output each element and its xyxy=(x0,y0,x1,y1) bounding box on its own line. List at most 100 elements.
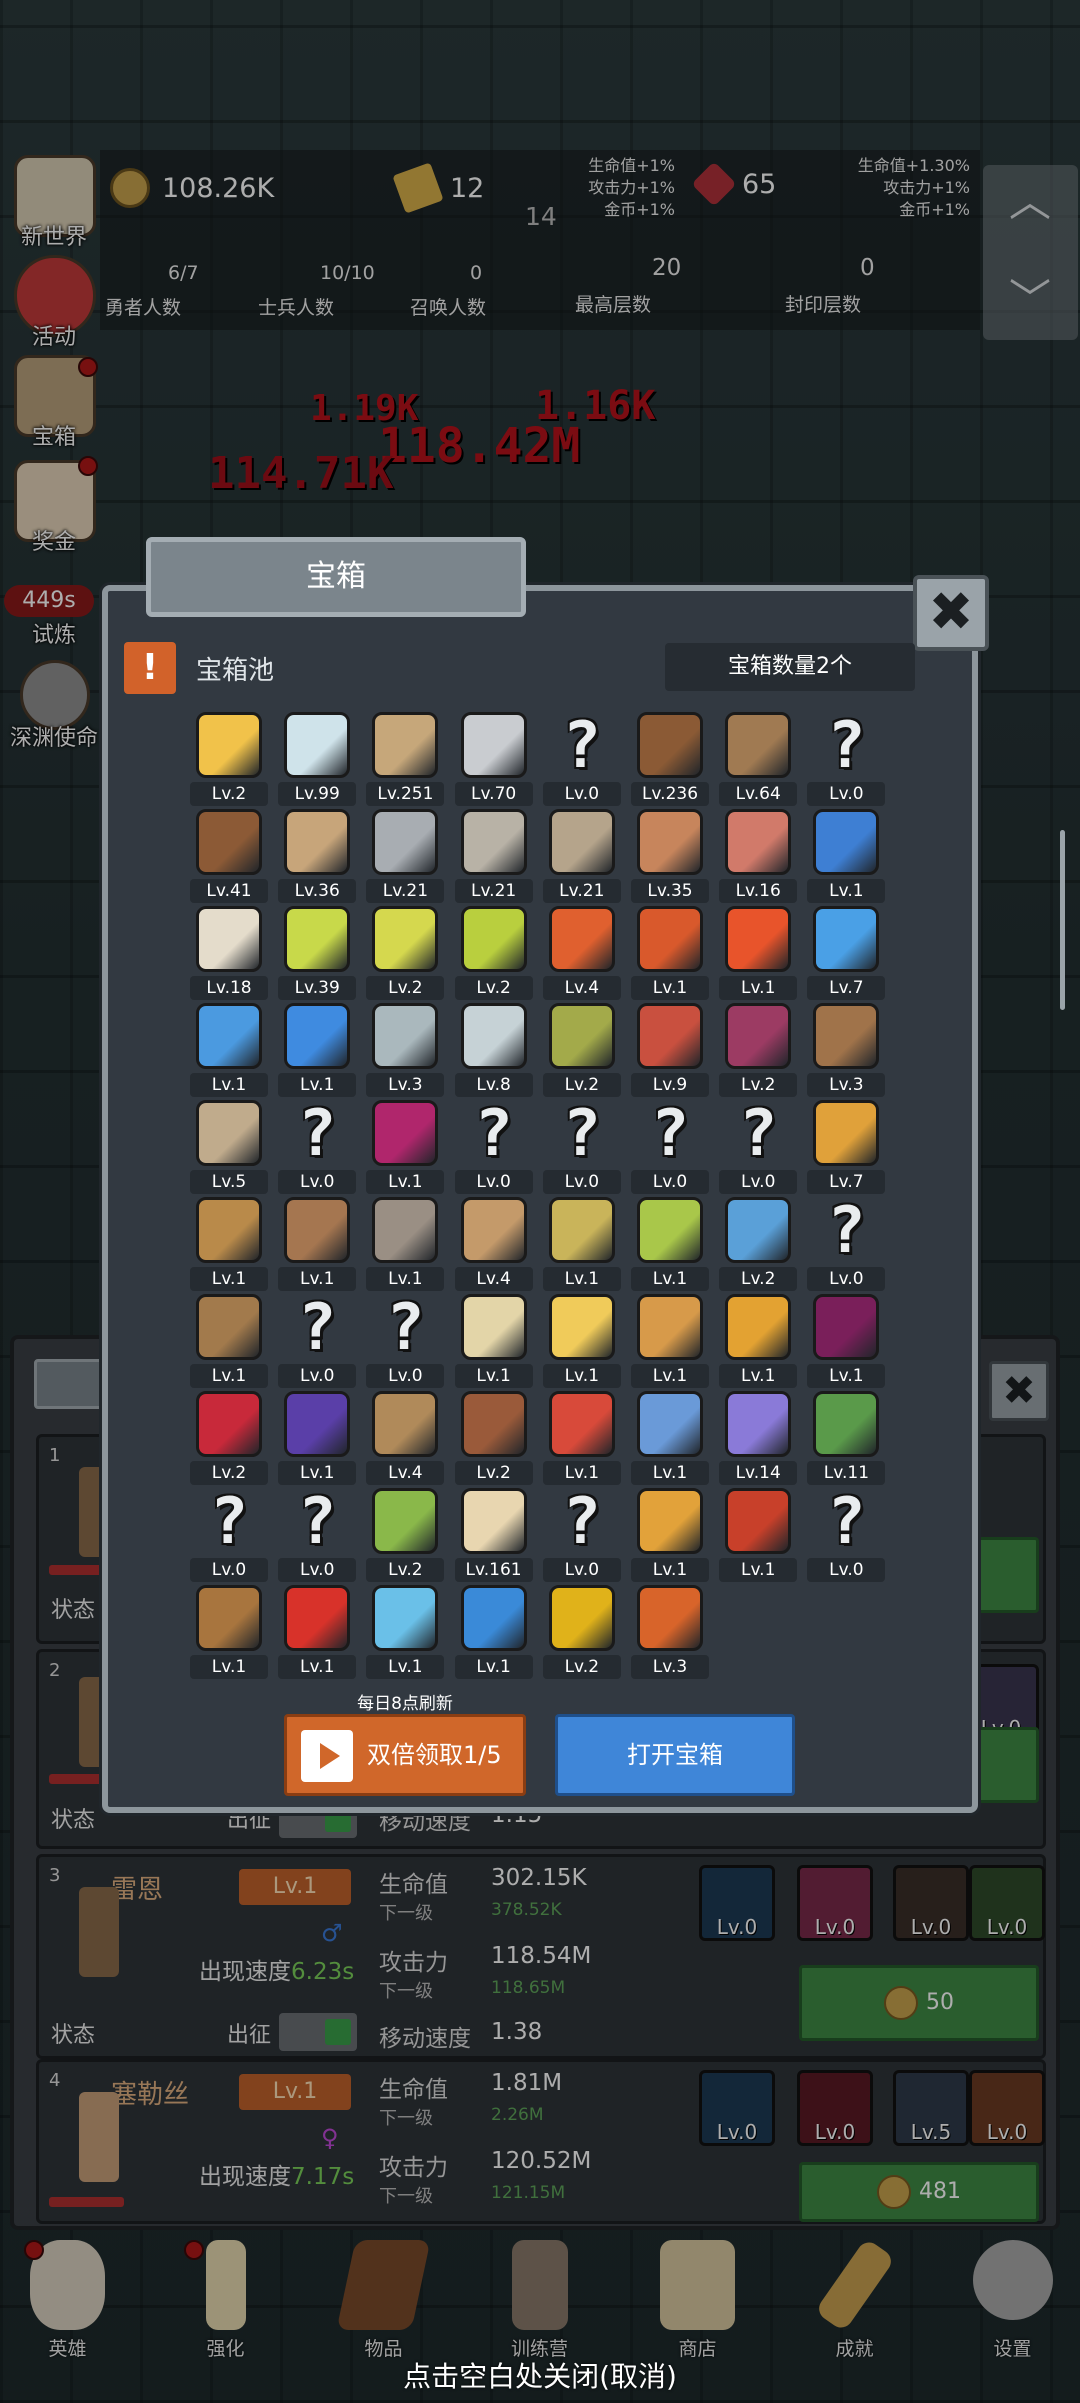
chest-item-slot[interactable]: ? Lv.0 xyxy=(807,1484,886,1584)
chest-item-slot[interactable]: ? Lv.0 xyxy=(278,1290,357,1390)
chest-item-slot[interactable]: Lv.2 xyxy=(454,1387,533,1487)
chest-item-slot[interactable]: Lv.1 xyxy=(631,1193,709,1293)
chest-item-slot[interactable]: Lv.1 xyxy=(542,1387,621,1487)
chest-item-slot[interactable]: Lv.21 xyxy=(542,805,621,905)
chest-item-slot[interactable]: Lv.4 xyxy=(542,902,621,1002)
chest-item-slot[interactable]: ? Lv.0 xyxy=(807,708,886,808)
chest-item-slot[interactable]: Lv.1 xyxy=(278,999,357,1099)
chest-item-slot[interactable]: ? Lv.0 xyxy=(631,1096,709,1196)
chest-item-slot[interactable]: Lv.1 xyxy=(190,1290,268,1390)
chest-item-slot[interactable]: Lv.1 xyxy=(631,1484,709,1584)
chest-item-slot[interactable]: Lv.1 xyxy=(278,1581,357,1681)
chest-item-slot[interactable]: Lv.1 xyxy=(366,1096,445,1196)
chest-item-slot[interactable]: Lv.3 xyxy=(631,1581,709,1681)
chest-item-slot[interactable]: Lv.7 xyxy=(807,902,886,1002)
chest-item-slot[interactable]: ? Lv.0 xyxy=(807,1193,886,1293)
chest-item-slot[interactable]: Lv.251 xyxy=(366,708,445,808)
chest-item-slot[interactable]: Lv.35 xyxy=(631,805,709,905)
chest-item-slot[interactable]: ? Lv.0 xyxy=(190,1484,268,1584)
chest-item-slot[interactable]: Lv.1 xyxy=(631,902,709,1002)
chest-item-slot[interactable]: Lv.1 xyxy=(454,1290,533,1390)
chest-item-slot[interactable]: Lv.2 xyxy=(190,708,268,808)
chest-item-slot[interactable]: Lv.64 xyxy=(719,708,798,808)
chest-item-slot[interactable]: Lv.3 xyxy=(807,999,886,1099)
chest-item-slot[interactable]: Lv.4 xyxy=(454,1193,533,1293)
chest-item-slot[interactable]: Lv.2 xyxy=(542,999,621,1099)
chest-item-slot[interactable]: Lv.1 xyxy=(631,1387,709,1487)
chest-item-slot[interactable]: Lv.1 xyxy=(719,902,798,1002)
leather-boot-icon xyxy=(813,1003,880,1069)
chest-item-slot[interactable]: Lv.8 xyxy=(454,999,533,1099)
chest-item-slot[interactable]: ? Lv.0 xyxy=(542,1096,621,1196)
rune-shield-icon xyxy=(460,1585,527,1651)
chest-item-slot[interactable]: Lv.1 xyxy=(190,1193,268,1293)
chest-item-slot[interactable]: Lv.1 xyxy=(190,999,268,1099)
item-level: Lv.1 xyxy=(631,1461,709,1485)
chest-item-slot[interactable]: Lv.1 xyxy=(719,1290,798,1390)
scrollbar[interactable] xyxy=(1060,830,1065,1010)
chest-item-slot[interactable]: Lv.1 xyxy=(366,1193,445,1293)
chest-item-slot[interactable]: Lv.2 xyxy=(366,1484,445,1584)
chest-item-slot[interactable]: Lv.2 xyxy=(719,1193,798,1293)
chest-item-slot[interactable]: Lv.16 xyxy=(719,805,798,905)
olive-bottle-icon xyxy=(548,1003,615,1069)
chest-item-slot[interactable]: Lv.2 xyxy=(454,902,533,1002)
chest-item-slot[interactable]: Lv.1 xyxy=(278,1193,357,1293)
chest-item-slot[interactable]: Lv.1 xyxy=(719,1484,798,1584)
item-level: Lv.0 xyxy=(454,1170,533,1194)
chest-item-slot[interactable]: Lv.2 xyxy=(366,902,445,1002)
chest-item-slot[interactable]: Lv.9 xyxy=(631,999,709,1099)
item-level: Lv.11 xyxy=(807,1461,886,1485)
open-chest-button[interactable]: 打开宝箱 xyxy=(555,1714,795,1796)
chest-item-slot[interactable]: ? Lv.0 xyxy=(278,1484,357,1584)
chest-item-slot[interactable]: Lv.21 xyxy=(366,805,445,905)
chest-item-slot[interactable]: Lv.41 xyxy=(190,805,268,905)
close-hint: 点击空白处关闭(取消) xyxy=(403,2360,677,2393)
chest-item-slot[interactable]: Lv.18 xyxy=(190,902,268,1002)
green-potion-icon xyxy=(460,906,527,972)
chest-item-slot[interactable]: Lv.1 xyxy=(190,1581,268,1681)
chest-item-slot[interactable]: Lv.2 xyxy=(190,1387,268,1487)
ham-icon xyxy=(637,809,703,875)
double-claim-button[interactable]: 双倍领取1/5 xyxy=(284,1714,526,1796)
chest-item-slot[interactable]: Lv.2 xyxy=(719,999,798,1099)
chest-item-slot[interactable]: Lv.1 xyxy=(542,1193,621,1293)
chest-item-slot[interactable]: Lv.7 xyxy=(807,1096,886,1196)
chest-item-slot[interactable]: ? Lv.0 xyxy=(719,1096,798,1196)
item-level: Lv.21 xyxy=(454,879,533,903)
unknown-icon: ? xyxy=(738,1097,778,1171)
chest-item-slot[interactable]: Lv.1 xyxy=(366,1581,445,1681)
chest-item-slot[interactable]: Lv.5 xyxy=(190,1096,268,1196)
item-level: Lv.2 xyxy=(190,782,268,806)
chest-item-slot[interactable]: Lv.236 xyxy=(631,708,709,808)
chest-item-slot[interactable]: ? Lv.0 xyxy=(366,1290,445,1390)
item-level: Lv.4 xyxy=(454,1267,533,1291)
chest-item-slot[interactable]: Lv.1 xyxy=(454,1581,533,1681)
chest-item-slot[interactable]: ? Lv.0 xyxy=(454,1096,533,1196)
sword-icon xyxy=(372,712,439,778)
chest-item-slot[interactable]: Lv.39 xyxy=(278,902,357,1002)
item-level: Lv.8 xyxy=(454,1073,533,1097)
chest-item-slot[interactable]: ? Lv.0 xyxy=(542,708,621,808)
chest-item-slot[interactable]: ? Lv.0 xyxy=(278,1096,357,1196)
exclamation-icon[interactable]: ! xyxy=(124,642,176,694)
blue-flower-icon xyxy=(637,1391,703,1457)
chest-item-slot[interactable]: Lv.161 xyxy=(454,1484,533,1584)
chest-item-slot[interactable]: Lv.36 xyxy=(278,805,357,905)
chest-item-slot[interactable]: Lv.1 xyxy=(278,1387,357,1487)
chest-item-slot[interactable]: ? Lv.0 xyxy=(542,1484,621,1584)
chest-item-slot[interactable]: Lv.3 xyxy=(366,999,445,1099)
chest-item-slot[interactable]: Lv.1 xyxy=(542,1290,621,1390)
chest-item-slot[interactable]: Lv.1 xyxy=(631,1290,709,1390)
close-icon[interactable]: ✖ xyxy=(913,575,989,651)
chest-item-slot[interactable]: Lv.1 xyxy=(807,1290,886,1390)
chest-item-slot[interactable]: Lv.11 xyxy=(807,1387,886,1487)
chest-item-slot[interactable]: Lv.2 xyxy=(542,1581,621,1681)
chest-item-slot[interactable]: Lv.70 xyxy=(454,708,533,808)
chest-item-slot[interactable]: Lv.1 xyxy=(807,805,886,905)
chest-item-slot[interactable]: Lv.4 xyxy=(366,1387,445,1487)
chest-item-slot[interactable]: Lv.99 xyxy=(278,708,357,808)
chest-item-slot[interactable]: Lv.21 xyxy=(454,805,533,905)
item-level: Lv.1 xyxy=(278,1461,357,1485)
chest-item-slot[interactable]: Lv.14 xyxy=(719,1387,798,1487)
